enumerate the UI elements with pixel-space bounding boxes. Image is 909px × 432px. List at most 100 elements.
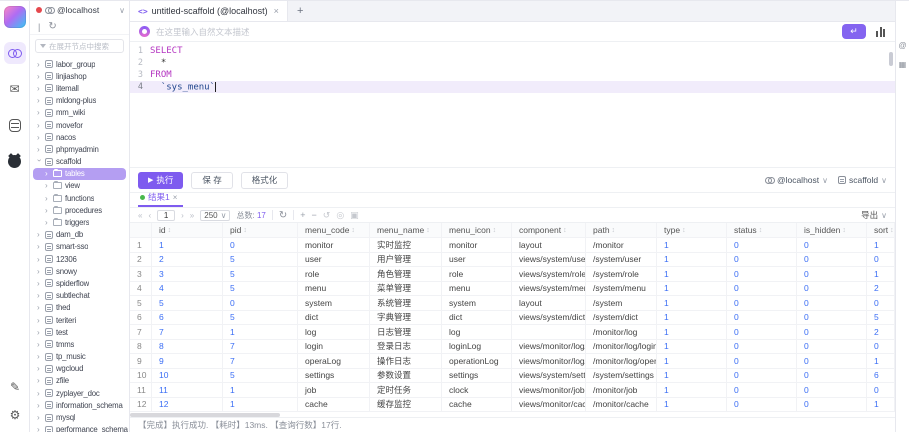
chevron-icon[interactable]: › xyxy=(37,352,42,361)
cell-is_hidden[interactable]: 0 xyxy=(797,383,867,397)
chevron-icon[interactable]: › xyxy=(37,316,42,325)
page-size-select[interactable]: 250 ∨ xyxy=(200,210,230,221)
cell-pid[interactable]: 1 xyxy=(223,383,298,397)
sidebar-item-dam-db[interactable]: ›dam_db xyxy=(30,229,129,241)
app-logo[interactable] xyxy=(4,6,26,28)
chevron-icon[interactable]: › xyxy=(37,121,42,130)
console-icon[interactable]: | xyxy=(38,22,40,32)
cell-menu_name[interactable]: 字典管理 xyxy=(370,311,442,325)
cell-is_hidden[interactable]: 0 xyxy=(797,354,867,368)
cell-sort[interactable]: 0 xyxy=(867,296,895,310)
cell-sort[interactable]: 0 xyxy=(867,340,895,354)
chevron-icon[interactable]: › xyxy=(37,425,42,432)
table-row[interactable]: 11111job定时任务clockviews/monitor/job/monit… xyxy=(130,383,895,398)
cell-menu_code[interactable]: system xyxy=(298,296,370,310)
cell-status[interactable]: 0 xyxy=(727,325,797,339)
table-row[interactable]: 445menu菜单管理menuviews/system/menu/system/… xyxy=(130,282,895,297)
cell-menu_code[interactable]: dict xyxy=(298,311,370,325)
cell-menu_icon[interactable]: operationLog xyxy=(442,354,512,368)
cell-menu_icon[interactable]: log xyxy=(442,325,512,339)
cell-is_hidden[interactable]: 0 xyxy=(797,340,867,354)
chevron-icon[interactable]: › xyxy=(37,291,42,300)
cell-sort[interactable]: 2 xyxy=(867,325,895,339)
cell-type[interactable]: 1 xyxy=(657,282,727,296)
chevron-icon[interactable]: › xyxy=(37,389,42,398)
sidebar-item-thed[interactable]: ›thed xyxy=(30,302,129,314)
cell-is_hidden[interactable]: 0 xyxy=(797,267,867,281)
cell-menu_code[interactable]: role xyxy=(298,267,370,281)
cell-menu_code[interactable]: job xyxy=(298,383,370,397)
cell-id[interactable]: 4 xyxy=(152,282,223,296)
chevron-icon[interactable]: › xyxy=(37,267,42,276)
databases-nav-button[interactable] xyxy=(4,114,26,136)
sidebar-item-smart-sso[interactable]: ›smart-sso xyxy=(30,241,129,253)
sql-editor[interactable]: 1SELECT2 *3FROM4 `sys_menu` xyxy=(130,42,895,168)
sort-icon[interactable]: ↕ xyxy=(682,227,686,234)
table-row[interactable]: 225user用户管理userviews/system/user/system/… xyxy=(130,253,895,268)
sidebar-item-subtlechat[interactable]: ›subtlechat xyxy=(30,290,129,302)
cell-status[interactable]: 0 xyxy=(727,398,797,412)
messages-nav-button[interactable]: ✉ xyxy=(4,78,26,100)
sidebar-item-tmms[interactable]: ›tmms xyxy=(30,338,129,350)
cell-is_hidden[interactable]: 0 xyxy=(797,311,867,325)
cell-status[interactable]: 0 xyxy=(727,267,797,281)
sidebar-item-mldong-plus[interactable]: ›mldong-plus xyxy=(30,95,129,107)
cell-id[interactable]: 9 xyxy=(152,354,223,368)
cell-component[interactable]: views/system/settings xyxy=(512,369,586,383)
cell-menu_icon[interactable]: monitor xyxy=(442,238,512,252)
chevron-icon[interactable]: › xyxy=(37,96,42,105)
delete-row-button[interactable]: − xyxy=(312,210,317,220)
cell-id[interactable]: 1 xyxy=(152,238,223,252)
cell-path[interactable]: /system xyxy=(586,296,657,310)
cell-type[interactable]: 1 xyxy=(657,238,727,252)
github-nav-button[interactable] xyxy=(4,150,26,172)
sort-icon[interactable]: ↕ xyxy=(426,227,430,234)
cell-type[interactable]: 1 xyxy=(657,354,727,368)
page-number-input[interactable] xyxy=(157,210,175,221)
column-header-path[interactable]: path↕ xyxy=(586,223,657,237)
result-tab-1[interactable]: 结果1 × xyxy=(138,191,183,207)
cell-id[interactable]: 10 xyxy=(152,369,223,383)
image-icon[interactable]: ▦ xyxy=(899,60,907,69)
cell-type[interactable]: 1 xyxy=(657,383,727,397)
sidebar-item-spiderflow[interactable]: ›spiderflow xyxy=(30,277,129,289)
cell-is_hidden[interactable]: 0 xyxy=(797,253,867,267)
cell-menu_name[interactable]: 操作日志 xyxy=(370,354,442,368)
cell-id[interactable]: 5 xyxy=(152,296,223,310)
format-button[interactable]: 格式化 xyxy=(241,172,289,189)
chevron-icon[interactable]: › xyxy=(37,376,42,385)
cell-pid[interactable]: 0 xyxy=(223,296,298,310)
cell-menu_icon[interactable]: user xyxy=(442,253,512,267)
refresh-icon[interactable]: ↻ xyxy=(279,210,287,221)
sidebar-item-view[interactable]: ›view xyxy=(30,180,129,192)
table-row[interactable]: 110monitor实时监控monitorlayout/monitor1001 xyxy=(130,238,895,253)
editor-line[interactable]: 1SELECT xyxy=(130,45,895,57)
cell-sort[interactable]: 1 xyxy=(867,354,895,368)
cell-menu_name[interactable]: 实时监控 xyxy=(370,238,442,252)
sidebar-item-snowy[interactable]: ›snowy xyxy=(30,265,129,277)
column-header-id[interactable]: id↕ xyxy=(152,223,223,237)
column-header-status[interactable]: status↕ xyxy=(727,223,797,237)
cell-id[interactable]: 7 xyxy=(152,325,223,339)
cell-component[interactable]: layout xyxy=(512,296,586,310)
sidebar-item-performance-schema[interactable]: ›performance_schema xyxy=(30,424,129,432)
cell-component[interactable] xyxy=(512,325,586,339)
chevron-icon[interactable]: › xyxy=(45,206,50,215)
cell-id[interactable]: 2 xyxy=(152,253,223,267)
cell-menu_name[interactable]: 角色管理 xyxy=(370,267,442,281)
sidebar-item-triggers[interactable]: ›triggers xyxy=(30,216,129,228)
cell-id[interactable]: 3 xyxy=(152,267,223,281)
cell-status[interactable]: 0 xyxy=(727,311,797,325)
sidebar-item-12306[interactable]: ›12306 xyxy=(30,253,129,265)
chevron-icon[interactable]: › xyxy=(37,279,42,288)
at-circle-icon[interactable]: @ xyxy=(898,41,906,50)
sidebar-item-zyplayer-doc[interactable]: ›zyplayer_doc xyxy=(30,387,129,399)
cell-component[interactable]: views/monitor/cache xyxy=(512,398,586,412)
sidebar-item-information-schema[interactable]: ›information_schema xyxy=(30,399,129,411)
cell-status[interactable]: 0 xyxy=(727,354,797,368)
chevron-icon[interactable]: › xyxy=(37,413,42,422)
first-page-button[interactable]: « xyxy=(138,211,142,220)
cell-type[interactable]: 1 xyxy=(657,253,727,267)
chevron-icon[interactable]: › xyxy=(37,145,42,154)
cell-sort[interactable]: 5 xyxy=(867,311,895,325)
